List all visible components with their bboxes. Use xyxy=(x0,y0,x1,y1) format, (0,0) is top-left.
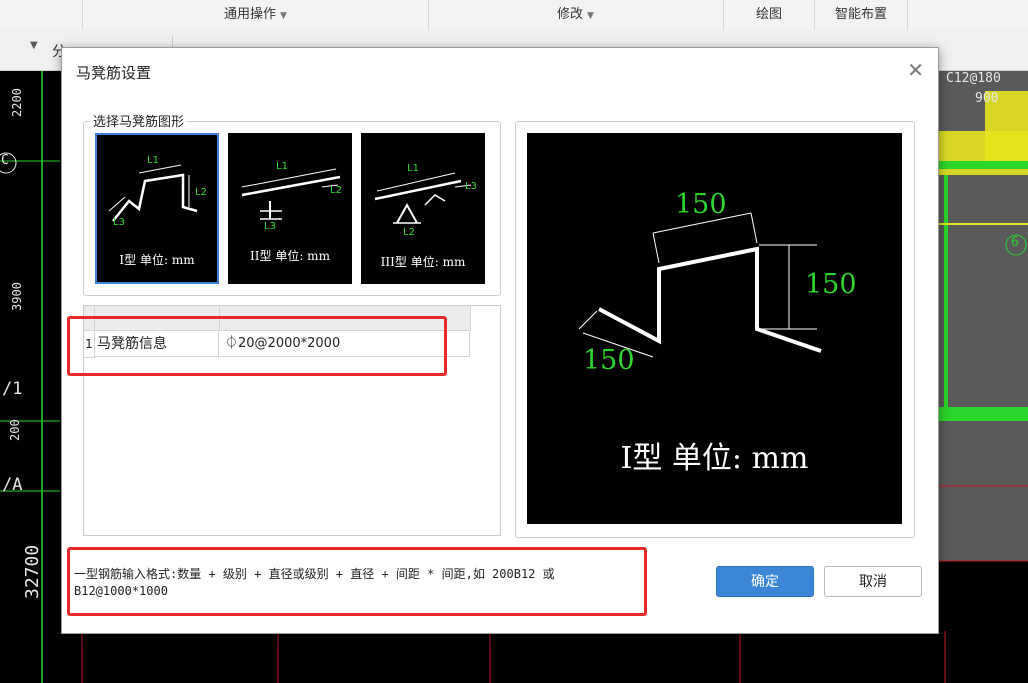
group-label: 选择马凳筋图形 xyxy=(90,111,188,130)
dim-text: 3900 xyxy=(10,282,24,311)
draw-label: 绘图 xyxy=(755,7,782,22)
preview-dim-l2: 150 xyxy=(805,269,857,300)
general-ops-menu[interactable]: 通用操作 ▼ xyxy=(82,0,429,30)
shape-option-type-3[interactable]: L1 L3 L2 III型 单位: mm xyxy=(361,133,485,284)
cancel-button[interactable]: 取消 xyxy=(824,566,922,597)
label-l3: L3 xyxy=(264,221,276,232)
rebar-note: C12@180 xyxy=(946,71,1001,86)
shape-option-type-1[interactable]: L1 L2 L3 I型 单位: mm xyxy=(95,133,219,284)
label-l3: L3 xyxy=(465,181,477,192)
modify-menu[interactable]: 修改 ▼ xyxy=(428,0,724,30)
label-l3: L3 xyxy=(113,217,125,228)
label-l1: L1 xyxy=(147,155,159,166)
preview-caption: I型 单位: mm xyxy=(620,441,809,476)
axis-label: 6 xyxy=(1011,235,1019,250)
ok-button[interactable]: 确定 xyxy=(716,566,814,597)
dim-text: 32700 xyxy=(22,544,43,599)
annotation-box xyxy=(67,316,447,376)
ribbon-toolbar: 通用操作 ▼ 修改 ▼ 绘图 智能布置 xyxy=(0,0,1028,31)
preview-dim-l1: 150 xyxy=(675,189,727,220)
axis-label: /A xyxy=(2,475,23,495)
label-l2: L2 xyxy=(403,227,415,238)
chevron-down-icon: ▼ xyxy=(280,11,287,21)
shape-caption: III型 单位: mm xyxy=(380,255,466,269)
chevron-down-icon[interactable]: ▼ xyxy=(30,40,38,51)
dim-text: 200 xyxy=(8,419,22,441)
preview-dim-l3: 150 xyxy=(583,345,635,376)
shape-preview: 150 150 150 I型 单位: mm xyxy=(527,133,902,524)
wall-line xyxy=(944,175,948,415)
shape-option-type-2[interactable]: L1 L2 L3 II型 单位: mm xyxy=(228,133,352,284)
label-l1: L1 xyxy=(407,163,419,174)
wall-line xyxy=(937,161,1028,169)
shape-caption: II型 单位: mm xyxy=(250,249,330,263)
shape-caption: I型 单位: mm xyxy=(119,253,195,267)
annotation-box xyxy=(67,547,647,616)
label-l1: L1 xyxy=(276,161,288,172)
axis-label: /1 xyxy=(2,379,23,399)
draw-menu[interactable]: 绘图 xyxy=(724,0,815,30)
dim-text: 2200 xyxy=(10,88,24,117)
general-ops-label: 通用操作 xyxy=(224,7,277,22)
label-l2: L2 xyxy=(195,187,207,198)
label-l2: L2 xyxy=(330,185,342,196)
axis-label: C xyxy=(1,153,9,168)
smart-layout-menu[interactable]: 智能布置 xyxy=(815,0,908,30)
close-icon[interactable]: ✕ xyxy=(907,58,924,82)
smart-layout-label: 智能布置 xyxy=(834,7,887,22)
rebar-note: 900 xyxy=(975,91,999,106)
modify-label: 修改 xyxy=(557,7,584,22)
wall-line xyxy=(937,407,1028,421)
chevron-down-icon: ▼ xyxy=(587,11,594,21)
dialog-title: 马凳筋设置 xyxy=(76,64,152,82)
